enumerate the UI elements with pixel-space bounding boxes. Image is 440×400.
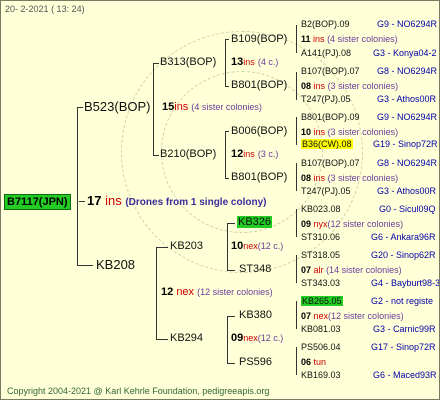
queen-b801-a[interactable]: B801(BOP) (231, 80, 287, 91)
pedigree-chart: 20- 2-2021 ( 13: 24) B7117(JPN) 17 ins (… (0, 0, 440, 400)
root-id[interactable]: B7117(JPN) (4, 194, 71, 210)
queen-kb380-details: 07 nex(12 sister colonies) (301, 311, 404, 321)
root-queen[interactable]: B7117(JPN) (4, 193, 71, 210)
queen-kb294[interactable]: KB294 (170, 333, 203, 344)
root-details: 17 ins (Drones from 1 single colony) (87, 193, 267, 208)
ancestor-row[interactable]: KB169.03 (301, 371, 341, 380)
ancestor-info: G9 - NO6294R (377, 112, 438, 122)
ancestor-row[interactable]: KB081.03 (301, 325, 341, 334)
drones-note: (Drones from 1 single colony) (125, 197, 267, 208)
ancestor-row[interactable]: B801(BOP).09 (301, 113, 360, 122)
ancestor-info: G19 - Sinop72R (373, 139, 438, 149)
queen-kb208[interactable]: KB208 (96, 258, 135, 271)
ancestor-info: G4 - Bayburt98-3 (371, 278, 440, 288)
queen-b006[interactable]: B006(BOP) (231, 126, 287, 137)
ancestor-info: G17 - Sinop72R (371, 342, 436, 352)
ancestor-info: G9 - NO6294R (377, 19, 438, 29)
ancestor-info: G3 - Carnic99R (373, 324, 436, 334)
ancestor-row[interactable]: B107(BOP).07 (301, 67, 360, 76)
ancestor-row[interactable]: KB023.08 (301, 205, 341, 214)
queen-b801-a-details: 08 ins (3 sister colonies) (301, 81, 399, 91)
ancestor-info: G0 - Sicul09Q (379, 204, 436, 214)
ancestor-row[interactable]: T247(PJ).05 (301, 95, 351, 104)
queen-kb380[interactable]: KB380 (239, 310, 272, 321)
queen-kb203[interactable]: KB203 (170, 241, 203, 252)
ancestor-row[interactable]: T247(PJ).05 (301, 187, 351, 196)
ancestor-info: G8 - NO6294R (377, 158, 438, 168)
ancestor-info: G6 - Maced93R (373, 370, 437, 380)
queen-ps596-details: 06 tun (301, 357, 327, 367)
ancestor-row[interactable]: B2(BOP).09 (301, 20, 350, 29)
queen-b523-details: 15ins (4 sister colonies) (162, 101, 262, 113)
ancestor-row[interactable]: B107(BOP).07 (301, 159, 360, 168)
ancestor-info: G8 - NO6294R (377, 66, 438, 76)
queen-b006-details: 10 ins (3 sister colonies) (301, 127, 399, 137)
queen-kb326-details: 09 nyx(12 sister colonies) (301, 219, 404, 229)
queen-b109-details: 11 ins (4 sister colonies) (301, 34, 398, 44)
queen-kb208-details: 12 nex (12 sister colonies) (161, 286, 273, 298)
ancestor-row[interactable]: B36(CW).08 (301, 139, 353, 149)
ancestor-info: G2 - not registe (371, 296, 434, 306)
ancestor-row[interactable]: ST310.06 (301, 233, 340, 242)
queen-st348[interactable]: ST348 (239, 264, 271, 275)
ancestor-row[interactable]: PS506.04 (301, 343, 341, 352)
queen-b523[interactable]: B523(BOP) (84, 100, 150, 113)
header-date: 20- 2-2021 ( 13: 24) (5, 4, 85, 14)
queen-b313-details: 13ins (4 c.) (231, 56, 279, 68)
ancestor-info: G3 - Konya04-2 (373, 48, 437, 58)
ancestor-row[interactable]: ST343.03 (301, 279, 340, 288)
queen-b801-b-details: 08 ins (3 sister colonies) (301, 173, 399, 183)
ancestor-info: G3 - Athos00R (377, 186, 437, 196)
ancestor-row[interactable]: A141(PJ).08 (301, 49, 351, 58)
ancestor-info: G20 - Sinop62R (371, 250, 436, 260)
site-link[interactable]: pedigreeapis.org (202, 386, 269, 396)
queen-b109[interactable]: B109(BOP) (231, 34, 287, 45)
queen-b210-details: 12ins (3 c.) (231, 148, 279, 160)
ancestor-info: G3 - Athos00R (377, 94, 437, 104)
footer-copyright: Copyright 2004-2021 @ Karl Kehrle Founda… (7, 386, 270, 396)
queen-b801-b[interactable]: B801(BOP) (231, 172, 287, 183)
queen-ps596[interactable]: PS596 (239, 357, 272, 368)
queen-kb326[interactable]: KB326 (237, 216, 273, 228)
queen-kb294-details: 09nex(12 c.) (231, 332, 284, 344)
ancestor-row[interactable]: KB265.05 (301, 296, 343, 306)
ancestor-info: G6 - Ankara96R (371, 232, 436, 242)
queen-st348-details: 07 alr (14 sister colonies) (301, 265, 402, 275)
queen-b313[interactable]: B313(BOP) (160, 57, 216, 68)
queen-b210[interactable]: B210(BOP) (160, 149, 216, 160)
ancestor-row[interactable]: ST318.05 (301, 251, 340, 260)
queen-kb203-details: 10nex(12 c.) (231, 240, 284, 252)
